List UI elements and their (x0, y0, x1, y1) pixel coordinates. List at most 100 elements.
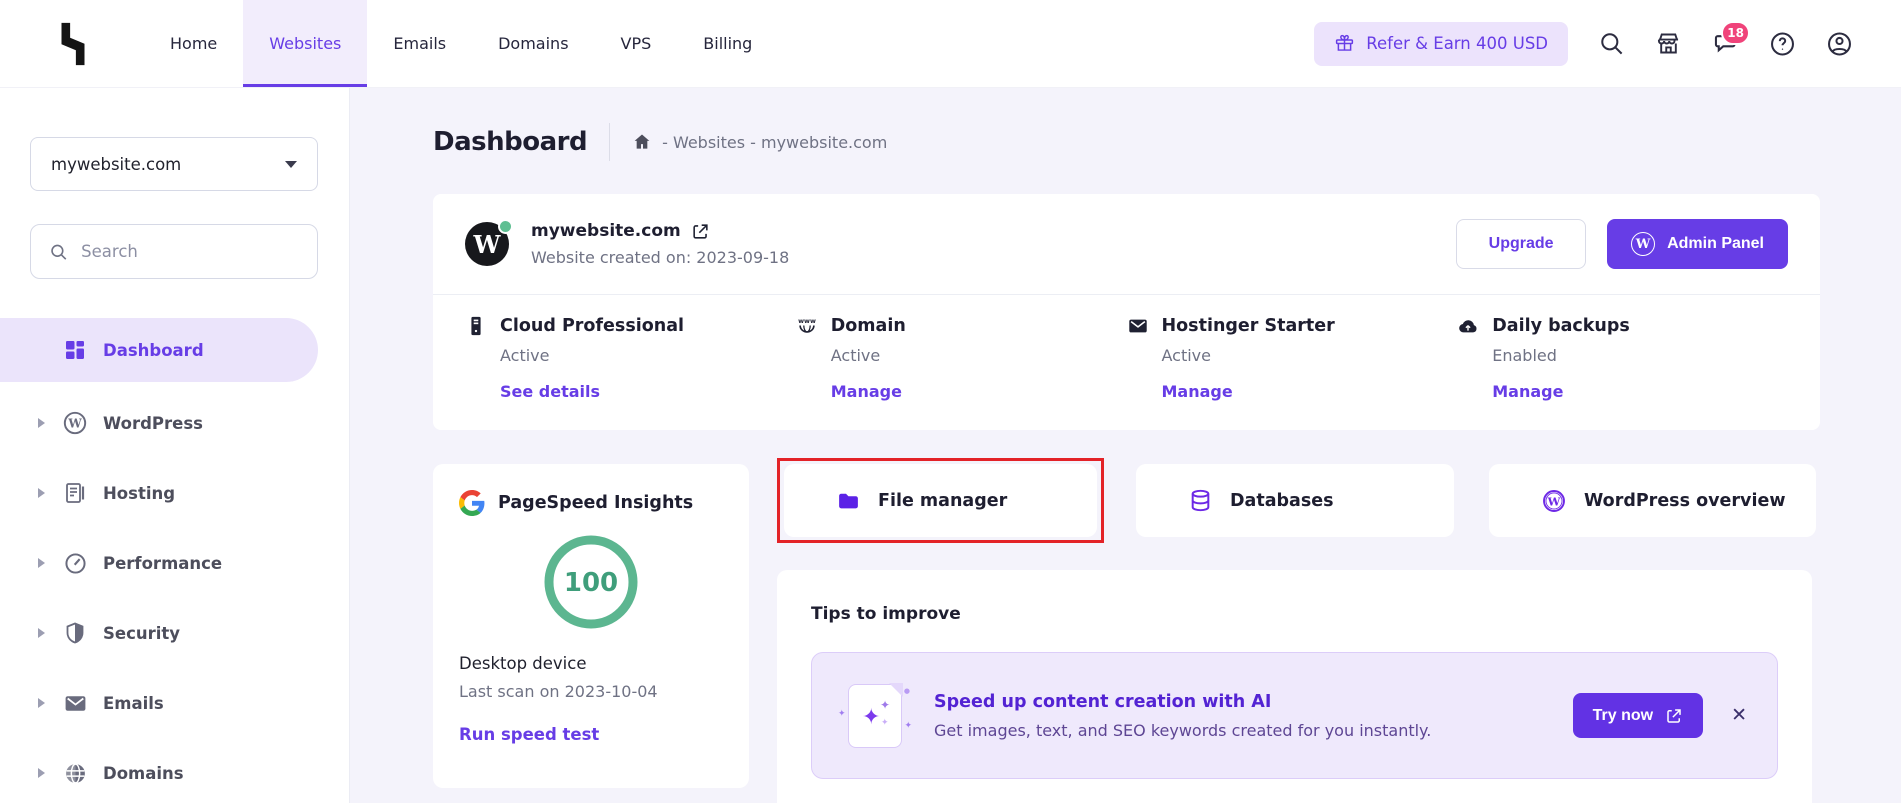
search-icon[interactable] (1598, 30, 1625, 57)
service-domain: www Domain Active Manage (796, 315, 1127, 401)
manage-domain-link[interactable]: Manage (831, 382, 1127, 401)
sidebar-item-emails[interactable]: Emails (0, 668, 349, 738)
chevron-right-icon (38, 488, 45, 498)
server-icon (62, 480, 88, 506)
shortcut-label: WordPress overview (1584, 491, 1785, 511)
sidebar-item-hosting[interactable]: Hosting (0, 458, 349, 528)
google-icon (459, 490, 485, 516)
sidebar-item-wordpress[interactable]: W WordPress (0, 388, 349, 458)
ai-promo-banner: ✦ ✦ ✦ ✦ ✦ ● Speed up content creation wi… (811, 652, 1778, 779)
wordpress-overview-card[interactable]: W WordPress overview (1489, 464, 1816, 537)
website-card-header: W mywebsite.com Website created on: 2023… (433, 194, 1820, 295)
try-now-button[interactable]: Try now (1573, 693, 1703, 738)
score-ring: 100 (543, 534, 639, 630)
search-icon (49, 241, 68, 263)
page-title: Dashboard (433, 127, 587, 157)
site-domain: mywebsite.com (531, 221, 681, 241)
chevron-right-icon (38, 418, 45, 428)
admin-panel-label: Admin Panel (1667, 235, 1764, 253)
file-manager-card[interactable]: File manager (784, 464, 1097, 537)
notification-badge: 18 (1721, 21, 1750, 45)
service-plan: Cloud Professional Active See details (465, 315, 796, 401)
wordpress-logo-icon: W (1631, 232, 1655, 256)
service-status: Active (500, 346, 796, 365)
notifications-icon[interactable]: 18 (1712, 30, 1739, 57)
sidebar-item-label: Dashboard (103, 341, 204, 360)
globe-icon (62, 760, 88, 786)
cloud-upload-icon (1457, 315, 1479, 337)
pagespeed-title: PageSpeed Insights (498, 493, 693, 513)
try-now-label: Try now (1593, 707, 1653, 725)
main-content: Dashboard - Websites - mywebsite.com W (350, 88, 1901, 803)
service-title: Cloud Professional (500, 316, 684, 336)
device-label: Desktop device (459, 654, 723, 673)
sidebar-item-security[interactable]: Security (0, 598, 349, 668)
sidebar-item-label: Emails (103, 694, 164, 713)
service-email-plan: Hostinger Starter Active Manage (1127, 315, 1458, 401)
server-tower-icon (465, 315, 487, 337)
see-details-link[interactable]: See details (500, 382, 796, 401)
nav-item-vps[interactable]: VPS (595, 0, 678, 87)
wordpress-avatar: W (465, 222, 509, 266)
www-globe-icon: www (796, 315, 818, 337)
manage-email-link[interactable]: Manage (1162, 382, 1458, 401)
help-icon[interactable] (1769, 30, 1796, 57)
nav-item-domains[interactable]: Domains (472, 0, 594, 87)
sidebar-item-domains[interactable]: Domains (0, 738, 349, 803)
chevron-right-icon (38, 768, 45, 778)
topbar-actions: Refer & Earn 400 USD 18 (1314, 22, 1853, 66)
account-icon[interactable] (1826, 30, 1853, 57)
sidebar-menu: Dashboard W WordPress (0, 318, 349, 803)
website-card: W mywebsite.com Website created on: 2023… (433, 194, 1820, 430)
hostinger-logo-icon[interactable] (50, 21, 96, 67)
wordpress-icon: W (1541, 488, 1567, 514)
sidebar-search (30, 224, 318, 279)
sidebar-item-label: Performance (103, 554, 222, 573)
breadcrumb-text: - Websites - mywebsite.com (662, 133, 887, 152)
tips-card: Tips to improve ✦ ✦ ✦ ✦ ✦ ● S (777, 570, 1812, 803)
envelope-icon (62, 690, 88, 716)
admin-panel-button[interactable]: W Admin Panel (1607, 219, 1788, 269)
nav-item-home[interactable]: Home (144, 0, 243, 87)
refer-earn-button[interactable]: Refer & Earn 400 USD (1314, 22, 1568, 66)
svg-text:W: W (67, 417, 82, 431)
top-navigation-bar: Home Websites Emails Domains VPS Billing… (0, 0, 1901, 88)
site-selector-value: mywebsite.com (51, 155, 181, 174)
sidebar-item-label: WordPress (103, 414, 203, 433)
service-title: Daily backups (1492, 316, 1630, 336)
store-icon[interactable] (1655, 30, 1682, 57)
home-icon[interactable] (632, 132, 652, 152)
svg-text:W: W (1547, 494, 1561, 508)
wordpress-icon: W (62, 410, 88, 436)
shortcut-label: File manager (878, 491, 1007, 511)
external-link-icon[interactable] (691, 222, 710, 241)
sidebar: mywebsite.com Dashboard (0, 88, 350, 803)
nav-item-billing[interactable]: Billing (677, 0, 778, 87)
sidebar-item-dashboard[interactable]: Dashboard (0, 318, 318, 382)
databases-card[interactable]: Databases (1136, 464, 1454, 537)
upgrade-button[interactable]: Upgrade (1456, 219, 1586, 269)
service-title: Hostinger Starter (1162, 316, 1335, 336)
shield-icon (62, 620, 88, 646)
service-status: Enabled (1492, 346, 1788, 365)
nav-item-emails[interactable]: Emails (367, 0, 472, 87)
manage-backups-link[interactable]: Manage (1492, 382, 1788, 401)
breadcrumb: - Websites - mywebsite.com (632, 132, 887, 152)
nav-item-websites[interactable]: Websites (243, 0, 367, 87)
run-speed-test-link[interactable]: Run speed test (459, 725, 723, 744)
refer-earn-label: Refer & Earn 400 USD (1366, 34, 1548, 53)
page-header: Dashboard - Websites - mywebsite.com (433, 116, 887, 168)
chevron-right-icon (38, 698, 45, 708)
close-icon[interactable]: ✕ (1731, 706, 1747, 725)
sidebar-item-label: Hosting (103, 484, 175, 503)
search-input[interactable] (81, 242, 299, 261)
header-divider (609, 123, 610, 161)
site-selector-dropdown[interactable]: mywebsite.com (30, 137, 318, 191)
banner-subtitle: Get images, text, and SEO keywords creat… (934, 721, 1431, 740)
chevron-down-icon (285, 161, 297, 168)
ai-document-icon: ✦ ✦ ✦ ✦ ✦ ● (842, 681, 908, 751)
service-title: Domain (831, 316, 906, 336)
score-value: 100 (564, 568, 618, 598)
sidebar-item-performance[interactable]: Performance (0, 528, 349, 598)
sidebar-item-label: Domains (103, 764, 184, 783)
